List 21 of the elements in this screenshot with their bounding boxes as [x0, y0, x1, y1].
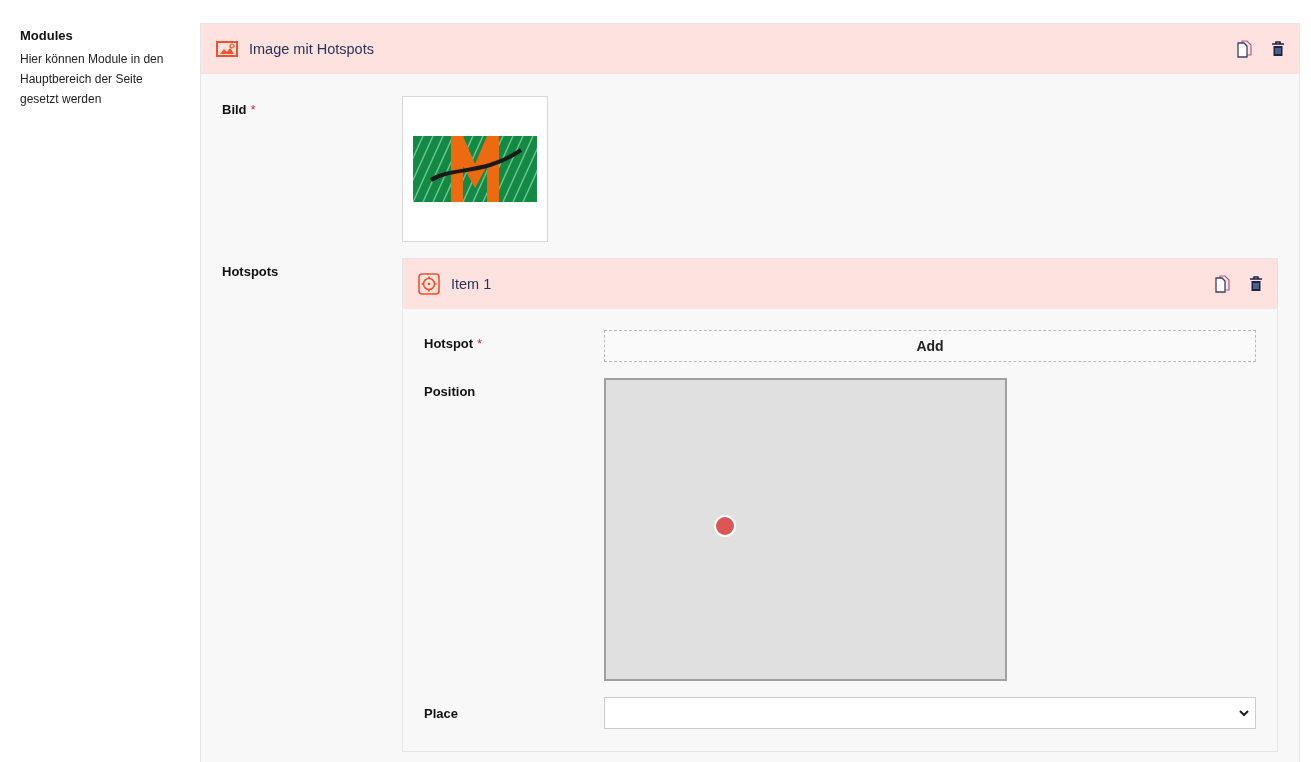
image-thumbnail[interactable] [402, 96, 548, 242]
field-label: Hotspot [424, 336, 474, 351]
sidebar-description: Hier können Module in den Hauptbereich der Seite gesetzt werden [20, 51, 165, 108]
trash-icon[interactable] [1271, 41, 1285, 57]
field-label: Place [424, 705, 458, 721]
add-button[interactable]: Add [604, 330, 1256, 362]
field-label: Position [424, 384, 476, 399]
chevron-down-icon [1239, 709, 1249, 717]
trash-icon[interactable] [1249, 276, 1263, 292]
image-icon [216, 41, 238, 57]
hotspot-marker[interactable] [714, 515, 736, 537]
module-title: Image mit Hotspots [249, 41, 374, 57]
required-mark: * [250, 102, 256, 117]
field-label: Hotspots [222, 264, 279, 279]
required-mark: * [477, 336, 483, 351]
crosshair-icon [418, 273, 440, 295]
copy-icon[interactable] [1215, 275, 1231, 293]
field-label: Bild [222, 102, 247, 117]
item-title: Item 1 [451, 276, 492, 292]
copy-icon[interactable] [1237, 40, 1253, 58]
sidebar-title: Modules [20, 28, 74, 43]
